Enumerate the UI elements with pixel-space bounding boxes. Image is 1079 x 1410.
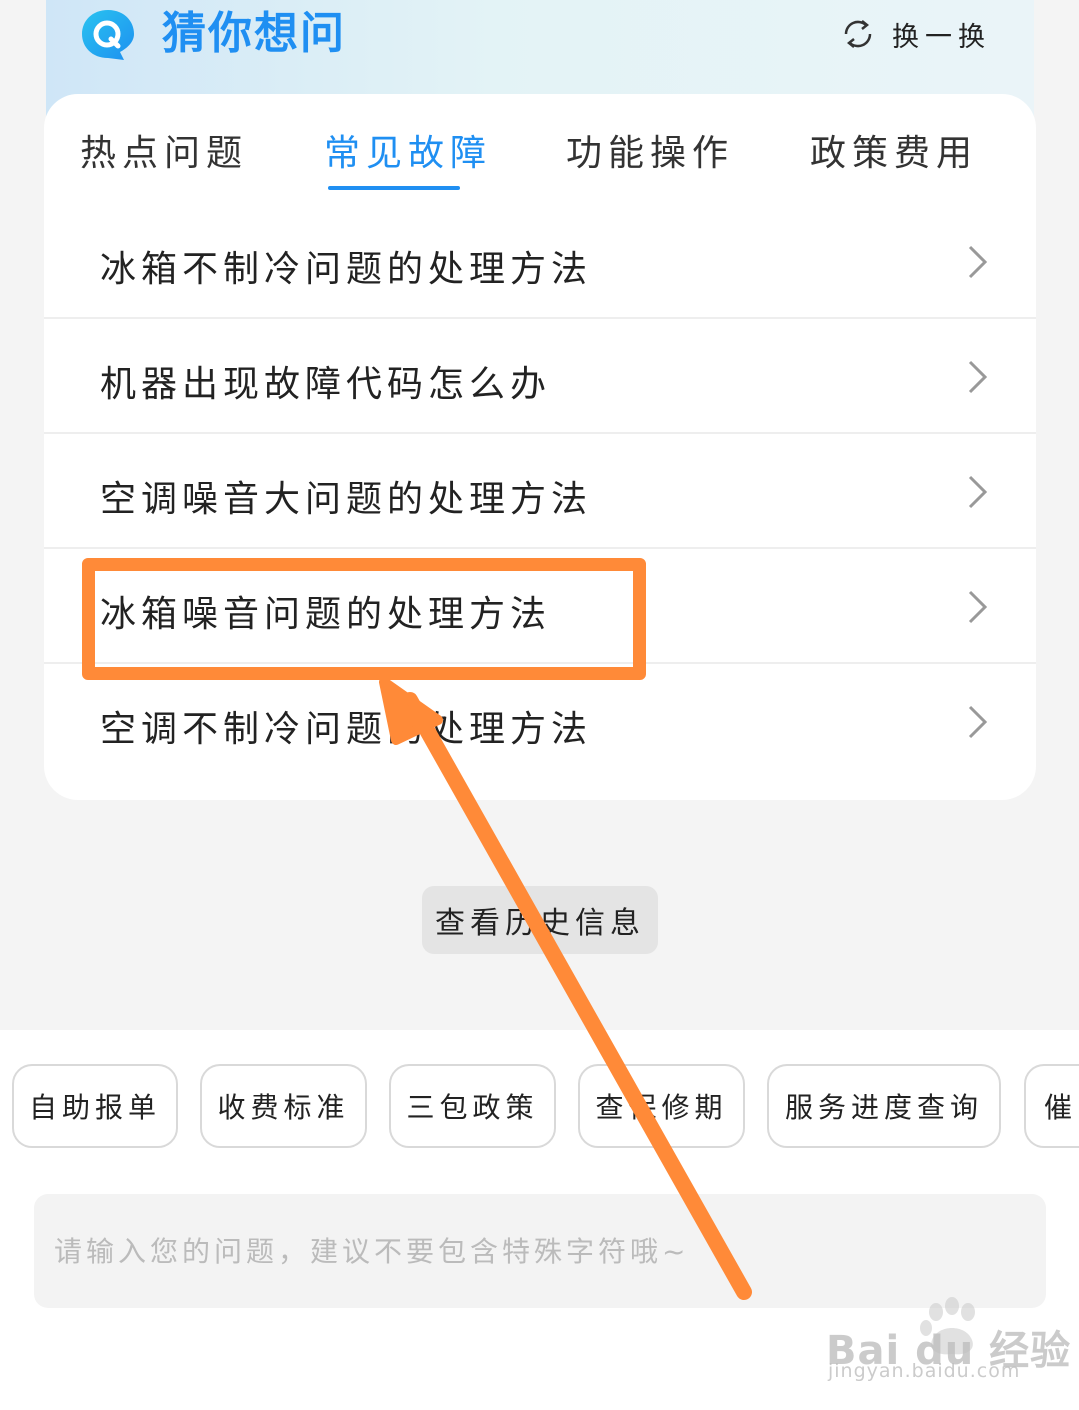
view-history-button[interactable]: 查看历史信息 [422, 886, 658, 954]
question-label: 空调不制冷问题的处理方法 [100, 709, 593, 750]
refresh-icon [844, 20, 872, 48]
chevron-right-icon [968, 360, 988, 394]
tab-policy-fees[interactable]: 政策费用 [810, 124, 978, 176]
question-list: 冰箱不制冷问题的处理方法 机器出现故障代码怎么办 空调噪音大问题的处理方法 冰箱… [44, 204, 1036, 777]
category-tabs: 热点问题 常见故障 功能操作 政策费用 [44, 94, 1036, 204]
chip-service-progress[interactable]: 服务进度查询 [767, 1064, 1001, 1148]
chip-urge[interactable]: 催 [1024, 1064, 1079, 1148]
question-input[interactable] [34, 1194, 1046, 1308]
question-item[interactable]: 空调噪音大问题的处理方法 [44, 434, 1036, 549]
annotation-highlight-box [82, 558, 646, 680]
watermark-url: jingyan.baidu.com [828, 1360, 1021, 1382]
quick-chip-row: 自助报单 收费标准 三包政策 查保修期 服务进度查询 催 [0, 1064, 1079, 1152]
tab-common-faults[interactable]: 常见故障 [324, 124, 492, 176]
question-label: 冰箱不制冷问题的处理方法 [100, 249, 593, 290]
chevron-right-icon [968, 245, 988, 279]
chip-self-service-report[interactable]: 自助报单 [12, 1064, 178, 1148]
chip-fee-standard[interactable]: 收费标准 [200, 1064, 367, 1148]
question-item[interactable]: 空调不制冷问题的处理方法 [44, 664, 1036, 777]
page-title: 猜你想问 [162, 8, 346, 59]
question-item[interactable]: 机器出现故障代码怎么办 [44, 319, 1036, 434]
chevron-right-icon [968, 590, 988, 624]
chevron-right-icon [968, 475, 988, 509]
chip-check-warranty[interactable]: 查保修期 [578, 1064, 745, 1148]
q-logo-icon [82, 10, 134, 60]
question-label: 机器出现故障代码怎么办 [100, 364, 552, 405]
tab-function-operation[interactable]: 功能操作 [566, 124, 734, 176]
chip-warranty-policy[interactable]: 三包政策 [389, 1064, 556, 1148]
question-label: 空调噪音大问题的处理方法 [100, 479, 593, 520]
chevron-right-icon [968, 705, 988, 739]
question-item[interactable]: 冰箱不制冷问题的处理方法 [44, 204, 1036, 319]
refresh-label: 换一换 [892, 21, 991, 53]
tab-hot-questions[interactable]: 热点问题 [80, 124, 248, 176]
active-tab-indicator [328, 186, 460, 190]
question-card: 热点问题 常见故障 功能操作 政策费用 冰箱不制冷问题的处理方法 机器出现故障代… [44, 94, 1036, 800]
refresh-button[interactable]: 换一换 [838, 14, 991, 54]
